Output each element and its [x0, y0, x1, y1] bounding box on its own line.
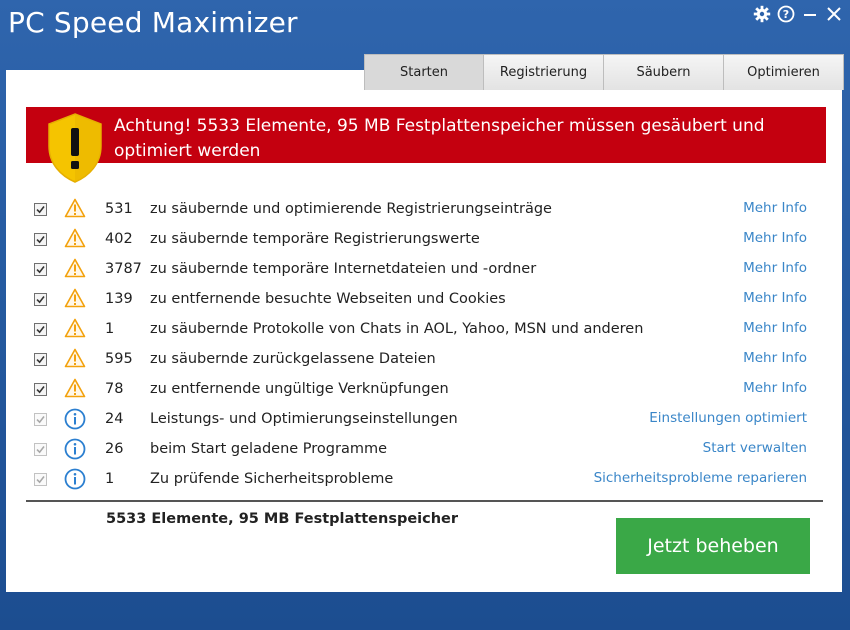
item-count: 26: [105, 441, 124, 457]
main-panel: Starten Registrierung Säubern Optimieren…: [6, 54, 844, 592]
window-controls: ?: [752, 4, 844, 24]
item-link[interactable]: Mehr Info: [743, 380, 807, 396]
item-checkbox[interactable]: [34, 413, 47, 426]
item-count: 402: [105, 231, 133, 247]
warning-icon: [64, 228, 86, 252]
svg-text:?: ?: [783, 8, 789, 21]
fix-now-button[interactable]: Jetzt beheben: [616, 518, 810, 574]
tab-starten[interactable]: Starten: [364, 54, 484, 90]
item-description: zu entfernende besuchte Webseiten und Co…: [150, 291, 506, 307]
close-icon[interactable]: [824, 4, 844, 24]
list-item: 24 Leistungs- und Optimierungseinstellun…: [26, 405, 816, 435]
item-description: beim Start geladene Programme: [150, 441, 388, 457]
item-link[interactable]: Mehr Info: [743, 320, 807, 336]
list-item: 1 zu säubernde Protokolle von Chats in A…: [26, 315, 816, 345]
item-checkbox[interactable]: [34, 293, 47, 306]
item-checkbox[interactable]: [34, 233, 47, 246]
tab-bar: Starten Registrierung Säubern Optimieren: [364, 54, 844, 90]
item-checkbox[interactable]: [34, 383, 47, 396]
info-icon: [64, 468, 86, 494]
item-link[interactable]: Mehr Info: [743, 200, 807, 216]
item-link[interactable]: Mehr Info: [743, 230, 807, 246]
item-checkbox[interactable]: [34, 203, 47, 216]
list-item: 3787 zu säubernde temporäre Internetdate…: [26, 255, 816, 285]
divider: [26, 500, 823, 502]
warning-icon: [64, 198, 86, 222]
item-description: zu säubernde temporäre Registrierungswer…: [150, 231, 480, 247]
item-checkbox[interactable]: [34, 323, 47, 336]
warning-icon: [64, 378, 86, 402]
help-icon[interactable]: ?: [776, 4, 796, 24]
item-link[interactable]: Start verwalten: [703, 440, 807, 456]
gear-icon[interactable]: [752, 4, 772, 24]
item-count: 595: [105, 351, 133, 367]
item-description: zu säubernde zurückgelassene Dateien: [150, 351, 436, 367]
item-list: 531 zu säubernde und optimierende Regist…: [26, 195, 816, 495]
warning-icon: [64, 318, 86, 342]
item-link[interactable]: Mehr Info: [743, 260, 807, 276]
item-count: 139: [105, 291, 133, 307]
item-count: 3787: [105, 261, 142, 277]
list-item: 1 Zu prüfende Sicherheitsprobleme Sicher…: [26, 465, 816, 495]
item-description: Zu prüfende Sicherheitsprobleme: [150, 471, 394, 487]
item-checkbox[interactable]: [34, 443, 47, 456]
item-count: 531: [105, 201, 133, 217]
warning-icon: [64, 288, 86, 312]
item-checkbox[interactable]: [34, 473, 47, 486]
list-item: 26 beim Start geladene Programme Start v…: [26, 435, 816, 465]
item-checkbox[interactable]: [34, 263, 47, 276]
list-item: 531 zu säubernde und optimierende Regist…: [26, 195, 816, 225]
item-description: zu säubernde temporäre Internetdateien u…: [150, 261, 537, 277]
info-icon: [64, 408, 86, 434]
item-description: zu säubernde und optimierende Registrier…: [150, 201, 552, 217]
list-item: 402 zu säubernde temporäre Registrierung…: [26, 225, 816, 255]
summary-total: 5533 Elemente, 95 MB Festplattenspeicher: [106, 511, 459, 527]
item-description: Leistungs- und Optimierungseinstellungen: [150, 411, 458, 427]
item-link[interactable]: Sicherheitsprobleme reparieren: [594, 470, 807, 486]
list-item: 595 zu säubernde zurückgelassene Dateien…: [26, 345, 816, 375]
tab-saeubern[interactable]: Säubern: [604, 54, 724, 90]
warning-icon: [64, 258, 86, 282]
item-checkbox[interactable]: [34, 353, 47, 366]
list-item: 78 zu entfernende ungültige Verknüpfunge…: [26, 375, 816, 405]
warning-shield-icon: [47, 112, 103, 188]
item-link[interactable]: Mehr Info: [743, 350, 807, 366]
item-count: 1: [105, 321, 115, 337]
item-count: 78: [105, 381, 124, 397]
item-count: 24: [105, 411, 124, 427]
alert-text: Achtung! 5533 Elemente, 95 MB Festplatte…: [114, 116, 765, 161]
tab-optimieren[interactable]: Optimieren: [724, 54, 844, 90]
list-item: 139 zu entfernende besuchte Webseiten un…: [26, 285, 816, 315]
app-title: PC Speed Maximizer: [8, 6, 298, 39]
item-link[interactable]: Mehr Info: [743, 290, 807, 306]
tab-registrierung[interactable]: Registrierung: [484, 54, 604, 90]
info-icon: [64, 438, 86, 464]
item-description: zu entfernende ungültige Verknüpfungen: [150, 381, 449, 397]
item-description: zu säubernde Protokolle von Chats in AOL…: [150, 321, 644, 337]
item-link[interactable]: Einstellungen optimiert: [649, 410, 807, 426]
alert-banner: Achtung! 5533 Elemente, 95 MB Festplatte…: [26, 107, 826, 163]
item-count: 1: [105, 471, 115, 487]
warning-icon: [64, 348, 86, 372]
minimize-icon[interactable]: [800, 4, 820, 24]
